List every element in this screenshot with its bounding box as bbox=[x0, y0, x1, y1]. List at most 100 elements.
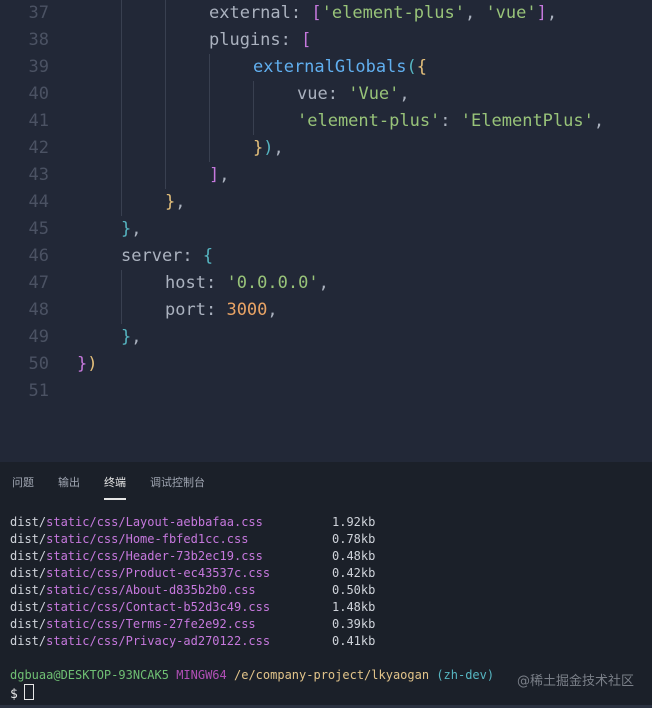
terminal-line: dist/static/css/Product-ec43537c.css 0.42… bbox=[10, 565, 650, 582]
code-line: 50 }) bbox=[0, 351, 652, 378]
code-token: } bbox=[121, 327, 132, 347]
file-path: static/css/Product-ec43537c.css bbox=[46, 566, 271, 580]
code-token: vue bbox=[297, 84, 328, 104]
code-token: { bbox=[416, 57, 428, 77]
terminal-cursor bbox=[23, 684, 34, 700]
code-token: ] bbox=[209, 165, 220, 185]
code-line: 48 port: 3000, bbox=[0, 297, 652, 324]
code-token: , bbox=[399, 84, 410, 104]
line-number: 44 bbox=[28, 192, 49, 212]
line-number: 37 bbox=[28, 3, 49, 23]
file-size: 1.48kb bbox=[332, 600, 376, 614]
terminal-line: dist/static/css/Contact-b52d3c49.css 1.48… bbox=[10, 599, 650, 616]
file-path: static/css/Header-73b2ec19.css bbox=[46, 549, 263, 563]
path-prefix: dist/ bbox=[10, 532, 47, 546]
line-number: 38 bbox=[28, 30, 49, 50]
code-token: , bbox=[273, 138, 284, 158]
terminal-line: dist/static/css/About-d835b2b0.css 0.50kb bbox=[10, 582, 650, 599]
code-token: , bbox=[219, 165, 230, 185]
code-token: 'element-plus' bbox=[297, 111, 441, 131]
code-token: external bbox=[209, 3, 291, 23]
code-token: : bbox=[440, 111, 451, 131]
tab-problems[interactable]: 问题 bbox=[12, 474, 34, 498]
line-number: 43 bbox=[28, 165, 49, 185]
path-prefix: dist/ bbox=[10, 515, 47, 529]
code-token: } bbox=[77, 354, 88, 374]
code-token: : bbox=[182, 246, 193, 266]
terminal-line: dist/static/css/Layout-aebbafaa.css 1.92k… bbox=[10, 514, 650, 531]
code-token: port bbox=[165, 300, 206, 320]
code-token: 'Vue' bbox=[348, 84, 400, 104]
line-number: 39 bbox=[28, 57, 49, 77]
terminal-line: dist/static/css/Terms-27fe2e92.css 0.39kb bbox=[10, 616, 650, 633]
code-token: : bbox=[280, 30, 291, 50]
code-token: : bbox=[290, 3, 302, 23]
code-token: 'element-plus' bbox=[321, 3, 465, 23]
code-token: 3000 bbox=[226, 300, 268, 320]
code-token: plugins bbox=[209, 30, 281, 50]
code-token: ) bbox=[87, 354, 98, 374]
code-token: ] bbox=[536, 3, 547, 23]
code-token: , bbox=[175, 192, 186, 212]
code-token: , bbox=[267, 300, 278, 320]
code-token: } bbox=[121, 219, 132, 239]
code-token: ) bbox=[263, 138, 274, 158]
code-token: , bbox=[131, 219, 142, 239]
file-path: static/css/About-d835b2b0.css bbox=[46, 583, 256, 597]
code-line: 40 vue: 'Vue', bbox=[0, 81, 652, 108]
code-line: 44 }, bbox=[0, 189, 652, 216]
code-token: : bbox=[327, 84, 338, 104]
line-number: 50 bbox=[28, 354, 49, 374]
code-token: , bbox=[593, 111, 605, 131]
code-token: , bbox=[318, 273, 329, 293]
line-number: 42 bbox=[28, 138, 49, 158]
code-token: : bbox=[205, 273, 217, 293]
panel-tabs: 问题 输出 终端 调试控制台 bbox=[0, 462, 652, 500]
file-size: 0.42kb bbox=[332, 566, 376, 580]
code-line: 41 'element-plus': 'ElementPlus', bbox=[0, 108, 652, 135]
terminal-line: dist/static/css/Privacy-ad270122.css 0.41… bbox=[10, 633, 650, 650]
code-token: { bbox=[202, 246, 214, 266]
code-token: ( bbox=[406, 57, 417, 77]
line-number: 41 bbox=[28, 111, 49, 131]
path-prefix: dist/ bbox=[10, 600, 47, 614]
file-size: 0.41kb bbox=[332, 634, 376, 648]
code-editor[interactable]: 37 external: ['element-plus', 'vue'], 38… bbox=[0, 0, 652, 462]
code-line: 42 }), bbox=[0, 135, 652, 162]
bottom-panel: 问题 输出 终端 调试控制台 dist/static/css/Layout-ae… bbox=[0, 462, 652, 708]
code-token: server bbox=[121, 246, 183, 266]
command-line[interactable]: $ bbox=[10, 684, 34, 703]
line-number: 47 bbox=[28, 273, 49, 293]
tab-debug-console[interactable]: 调试控制台 bbox=[150, 474, 205, 498]
code-token: [ bbox=[301, 30, 312, 50]
terminal-line: dist/static/css/Header-73b2ec19.css 0.48k… bbox=[10, 548, 650, 565]
code-token: , bbox=[464, 3, 476, 23]
code-line: 38 plugins: [ bbox=[0, 27, 652, 54]
terminal-output[interactable]: dist/static/css/Layout-aebbafaa.css 1.92k… bbox=[10, 514, 650, 650]
code-line: 46 server: { bbox=[0, 243, 652, 270]
file-size: 0.78kb bbox=[332, 532, 376, 546]
file-path: static/css/Terms-27fe2e92.css bbox=[46, 617, 256, 631]
code-token: [ bbox=[311, 3, 322, 23]
code-token: : bbox=[205, 300, 217, 320]
code-token: , bbox=[131, 327, 142, 347]
file-size: 0.50kb bbox=[332, 583, 376, 597]
code-line: 45 }, bbox=[0, 216, 652, 243]
tab-output[interactable]: 输出 bbox=[58, 474, 80, 498]
line-number: 51 bbox=[28, 381, 49, 401]
code-token: externalGlobals bbox=[253, 57, 407, 77]
prompt-symbol: $ bbox=[10, 687, 18, 702]
code-line: 51 bbox=[0, 378, 652, 405]
code-line: 37 external: ['element-plus', 'vue'], bbox=[0, 0, 652, 27]
code-token: , bbox=[546, 3, 558, 23]
file-size: 0.48kb bbox=[332, 549, 376, 563]
code-line: 43 ], bbox=[0, 162, 652, 189]
line-number: 40 bbox=[28, 84, 49, 104]
code-token: } bbox=[253, 138, 264, 158]
path-prefix: dist/ bbox=[10, 549, 47, 563]
file-path: static/css/Privacy-ad270122.css bbox=[46, 634, 271, 648]
code-line: 47 host: '0.0.0.0', bbox=[0, 270, 652, 297]
code-token: host bbox=[165, 273, 206, 293]
tab-terminal[interactable]: 终端 bbox=[104, 474, 126, 500]
file-path: static/css/Contact-b52d3c49.css bbox=[46, 600, 271, 614]
